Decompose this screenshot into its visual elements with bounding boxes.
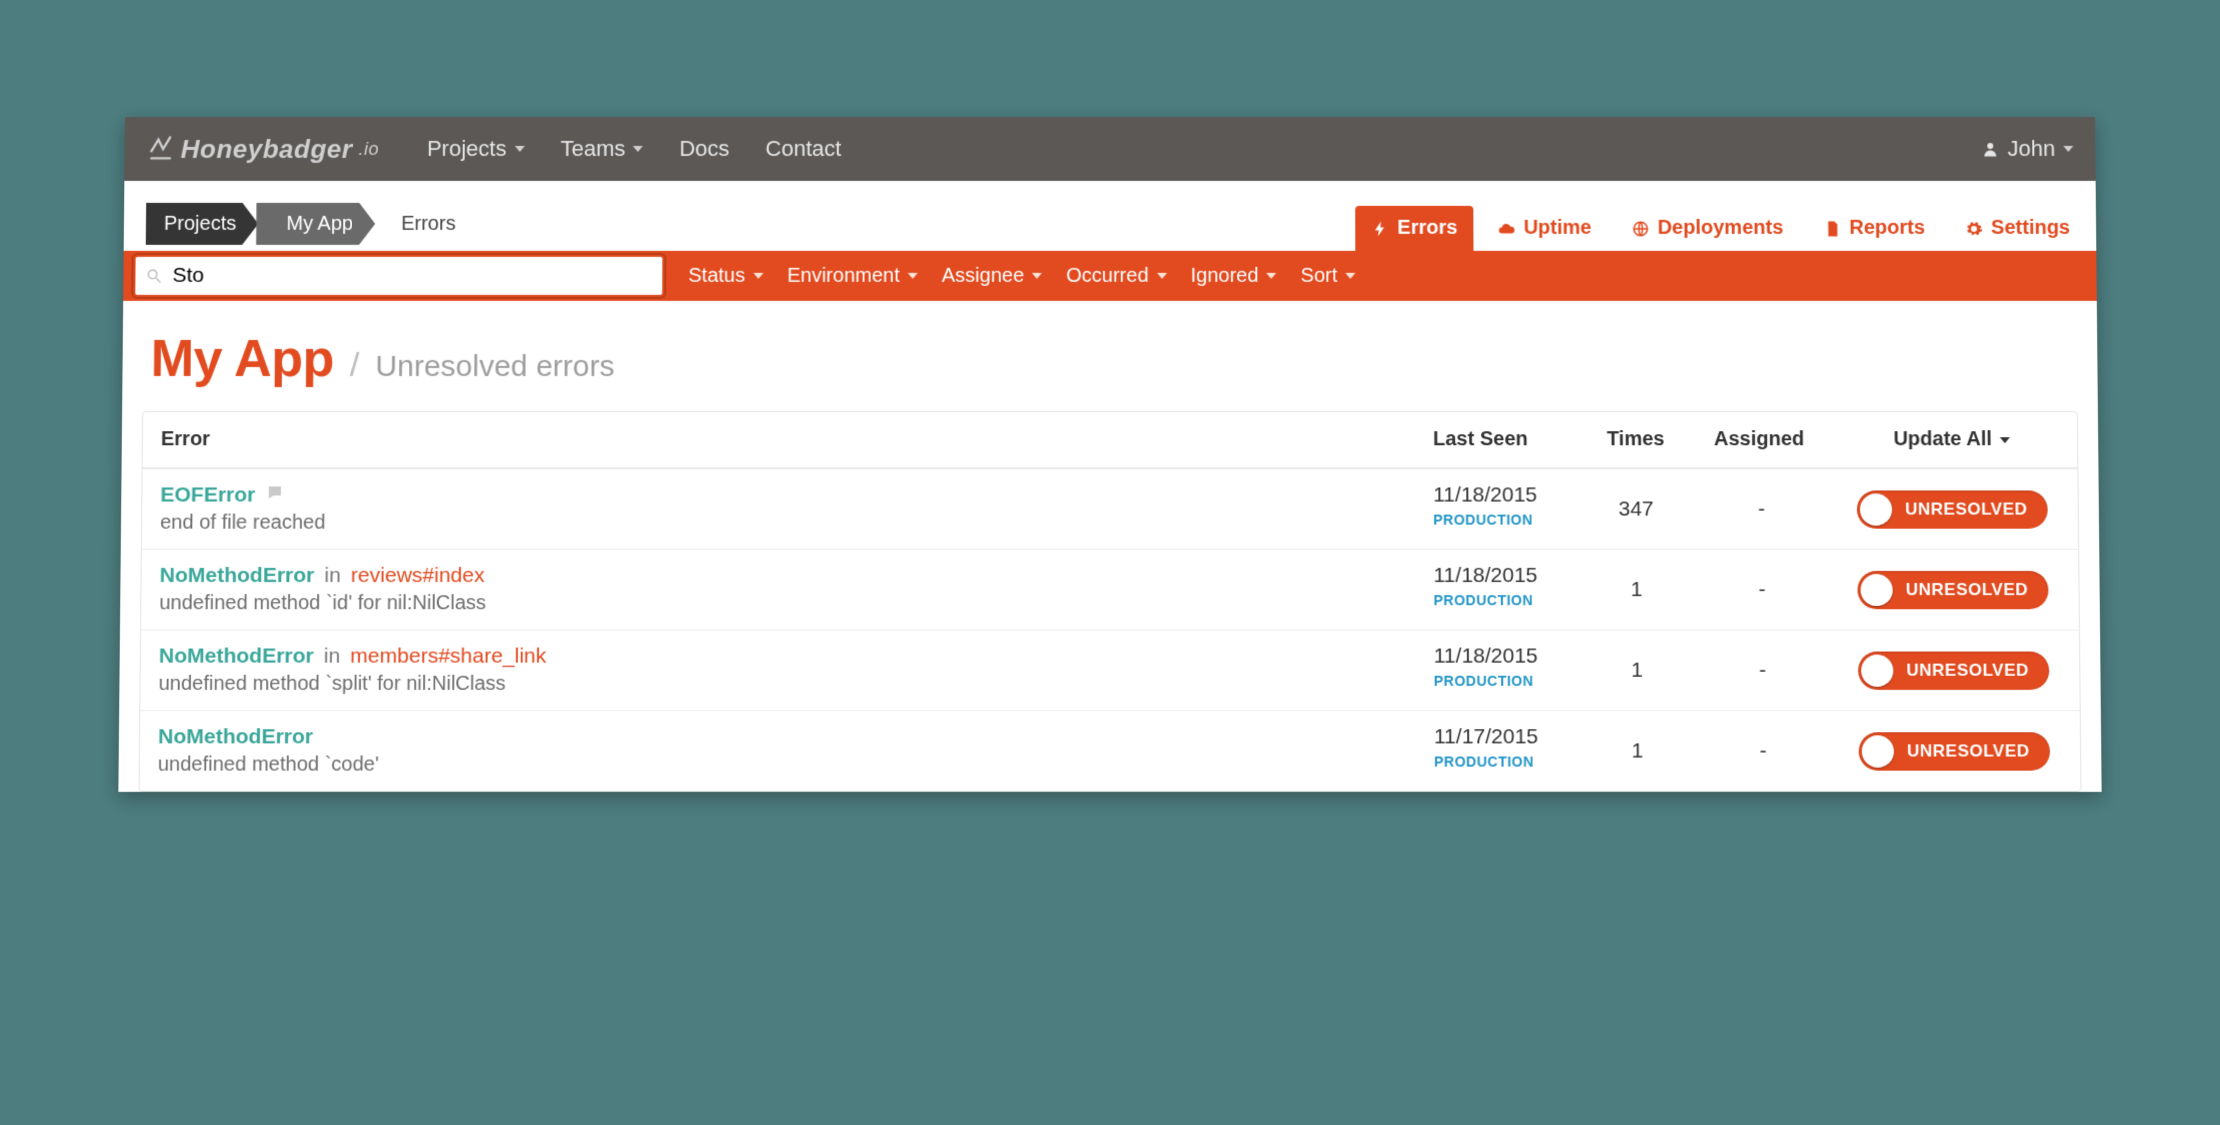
update-all-dropdown[interactable]: Update All <box>1826 412 2077 468</box>
chevron-down-icon <box>1032 273 1042 279</box>
chevron-down-icon <box>908 273 918 279</box>
error-in-label: in <box>324 564 341 588</box>
table-header: Error Last Seen Times Assigned Update Al… <box>143 412 2078 468</box>
table-row: NoMethodError in members#share_linkundefin… <box>140 629 2079 710</box>
assigned-value: - <box>1696 468 1827 548</box>
times-count: 1 <box>1576 629 1697 710</box>
times-count: 1 <box>1577 710 1698 791</box>
filter-occurred[interactable]: Occurred <box>1066 264 1166 287</box>
filter-environment[interactable]: Environment <box>787 264 918 287</box>
status-toggle[interactable]: UNRESOLVED <box>1857 570 2048 608</box>
error-message: undefined method `id' for nil:NilClass <box>159 592 1397 615</box>
tab-reports[interactable]: Reports <box>1807 206 1941 251</box>
chevron-down-icon <box>753 273 763 279</box>
error-message: undefined method `code' <box>158 753 1398 776</box>
section-tabs: Errors Uptime Deployments Reports Settin… <box>1355 206 2086 251</box>
chevron-down-icon <box>1345 273 1355 279</box>
times-count: 347 <box>1576 468 1697 548</box>
col-times: Times <box>1575 412 1696 468</box>
last-seen-date: 11/18/2015 <box>1433 483 1558 507</box>
app-window: Honeybadger.io Projects Teams Docs Conta… <box>118 117 2101 792</box>
nav-contact[interactable]: Contact <box>747 136 859 162</box>
page-title: My App <box>150 329 334 389</box>
error-class-link[interactable]: EOFError <box>160 483 255 507</box>
last-seen-date: 11/18/2015 <box>1434 644 1559 668</box>
nav-docs[interactable]: Docs <box>661 136 747 162</box>
filter-bar: Status Environment Assignee Occurred Ign… <box>123 251 2097 301</box>
bolt-icon <box>1371 219 1389 237</box>
search-icon <box>145 267 162 285</box>
top-nav: Honeybadger.io Projects Teams Docs Conta… <box>124 117 2095 181</box>
brand-name: Honeybadger <box>181 133 353 164</box>
error-class-link[interactable]: NoMethodError <box>160 564 315 588</box>
assigned-value: - <box>1697 710 1828 791</box>
table-row: NoMethodError undefined method `code' 11/1… <box>140 710 2081 791</box>
error-in-label: in <box>324 644 341 668</box>
times-count: 1 <box>1576 549 1697 630</box>
assigned-value: - <box>1697 629 1828 710</box>
col-last-seen: Last Seen <box>1415 412 1576 468</box>
breadcrumb: Projects My App Errors <box>146 203 456 245</box>
status-toggle[interactable]: UNRESOLVED <box>1858 651 2049 689</box>
assigned-value: - <box>1697 549 1828 630</box>
error-location[interactable]: members#share_link <box>350 644 546 668</box>
col-error: Error <box>143 412 1415 468</box>
errors-table: Error Last Seen Times Assigned Update Al… <box>138 411 2081 792</box>
brand-logo[interactable]: Honeybadger.io <box>147 133 380 164</box>
filter-sort[interactable]: Sort <box>1301 264 1356 287</box>
cloud-icon <box>1498 219 1516 237</box>
environment-badge: PRODUCTION <box>1434 753 1559 769</box>
filter-status[interactable]: Status <box>688 264 763 287</box>
environment-badge: PRODUCTION <box>1434 592 1559 608</box>
user-icon <box>1981 140 1999 158</box>
breadcrumb-project[interactable]: My App <box>256 203 375 245</box>
sub-header: Projects My App Errors Errors Uptime Dep… <box>124 181 2097 251</box>
page-subtitle: Unresolved errors <box>375 350 614 384</box>
chevron-down-icon <box>514 146 524 152</box>
globe-icon <box>1631 219 1649 237</box>
user-name: John <box>2007 136 2055 162</box>
gear-icon <box>1965 219 1983 237</box>
chevron-down-icon <box>1267 273 1277 279</box>
environment-badge: PRODUCTION <box>1434 673 1559 689</box>
honeybadger-icon <box>147 135 175 163</box>
title-divider: / <box>350 346 360 385</box>
tab-settings[interactable]: Settings <box>1949 206 2086 251</box>
comment-icon <box>265 483 283 507</box>
status-toggle[interactable]: UNRESOLVED <box>1857 490 2048 528</box>
tab-errors[interactable]: Errors <box>1355 206 1473 251</box>
error-class-link[interactable]: NoMethodError <box>158 725 313 749</box>
page-title-row: My App / Unresolved errors <box>122 301 2098 411</box>
nav-teams[interactable]: Teams <box>542 136 661 162</box>
tab-deployments[interactable]: Deployments <box>1615 206 1799 251</box>
error-location[interactable]: reviews#index <box>351 564 485 588</box>
chevron-down-icon <box>2000 437 2010 443</box>
filter-ignored[interactable]: Ignored <box>1191 264 1277 287</box>
table-row: EOFError end of file reached 11/18/2015 PRO… <box>142 468 2078 548</box>
table-row: NoMethodError in reviews#index undefined me… <box>141 549 2079 630</box>
user-menu[interactable]: John <box>1981 136 2073 162</box>
col-assigned: Assigned <box>1696 412 1827 468</box>
error-message: undefined method `split' for nil:NilClas… <box>159 673 1398 696</box>
tab-uptime[interactable]: Uptime <box>1481 206 1607 251</box>
chevron-down-icon <box>1157 273 1167 279</box>
brand-suffix: .io <box>358 138 379 159</box>
breadcrumb-root[interactable]: Projects <box>146 203 259 245</box>
environment-badge: PRODUCTION <box>1433 512 1558 528</box>
status-toggle[interactable]: UNRESOLVED <box>1859 732 2051 770</box>
last-seen-date: 11/18/2015 <box>1433 564 1558 588</box>
nav-projects[interactable]: Projects <box>409 136 543 162</box>
file-icon <box>1823 219 1841 237</box>
chevron-down-icon <box>633 146 643 152</box>
error-class-link[interactable]: NoMethodError <box>159 644 314 668</box>
breadcrumb-page: Errors <box>401 212 456 235</box>
filter-assignee[interactable]: Assignee <box>942 264 1042 287</box>
error-message: end of file reached <box>160 512 1397 535</box>
chevron-down-icon <box>2063 146 2073 152</box>
search-input[interactable] <box>172 264 652 288</box>
search-box[interactable] <box>133 255 664 297</box>
last-seen-date: 11/17/2015 <box>1434 725 1559 749</box>
